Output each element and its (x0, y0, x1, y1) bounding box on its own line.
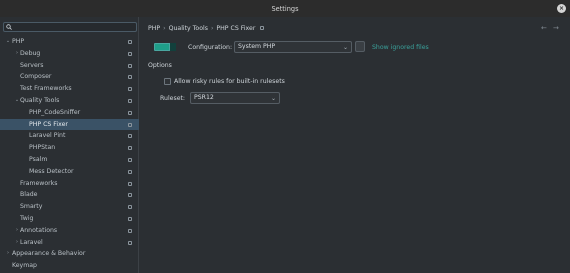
tree-item[interactable]: › Debug (0, 48, 139, 60)
project-scope-icon (128, 40, 132, 44)
settings-tree: ⌄ PHP › Debug Servers Composer Test Frameworks… (0, 36, 139, 272)
project-scope-icon (128, 110, 132, 115)
tree-item-label: Composer (20, 73, 52, 81)
tree-item-label: Mess Detector (29, 167, 74, 175)
project-scope-icon (128, 157, 132, 162)
project-scope-icon (128, 134, 132, 139)
configuration-label: Configuration: (188, 44, 233, 51)
tree-item-label: Laravel Pint (29, 132, 66, 140)
tree-item[interactable]: › Annotations (0, 225, 139, 237)
project-scope-icon (128, 193, 132, 198)
title-bar: Settings × (0, 0, 570, 17)
show-ignored-files-link[interactable]: Show ignored files (372, 43, 429, 52)
tree-item-label: Appearance & Behavior (12, 250, 86, 258)
options-section-label: Options (148, 62, 172, 69)
tree-item[interactable]: Servers (0, 60, 139, 72)
project-scope-icon (128, 122, 132, 127)
project-scope-icon (128, 75, 132, 80)
search-input[interactable] (3, 22, 137, 32)
tree-item-label: PHP CS Fixer (29, 120, 68, 128)
back-arrow-icon[interactable]: ← (541, 23, 547, 33)
close-window-icon[interactable]: × (557, 4, 566, 13)
tree-item-label: Frameworks (20, 179, 58, 187)
tree-item[interactable]: Frameworks (0, 178, 139, 190)
project-scope-icon (128, 205, 132, 210)
chevron-down-icon[interactable]: ⌄ (5, 36, 11, 48)
window-title: Settings (271, 4, 299, 13)
tree-item-label: PHP (12, 38, 25, 45)
tree-item[interactable]: ⌄ Quality Tools (0, 95, 139, 107)
chevron-right-icon[interactable]: › (5, 248, 11, 260)
project-scope-icon (128, 63, 132, 68)
search-icon (6, 24, 12, 30)
project-scope-icon (260, 26, 265, 30)
chevron-down-icon: ⌄ (342, 44, 348, 51)
tree-item[interactable]: PHP CS Fixer (0, 118, 139, 131)
project-scope-icon (128, 87, 132, 92)
tree-item-label: Laravel (20, 238, 43, 246)
configuration-select[interactable]: System PHP ⌄ (234, 41, 352, 53)
project-scope-icon (128, 228, 132, 233)
tree-item-label: Blade (20, 191, 38, 199)
tree-item[interactable]: PHPStan (0, 142, 139, 154)
tree-item-label: Twig (20, 214, 34, 222)
allow-risky-rules-label[interactable]: Allow risky rules for built-in rulesets (174, 77, 285, 86)
tree-item[interactable]: Twig (0, 213, 139, 225)
tree-item-label: Test Frameworks (20, 85, 72, 93)
breadcrumb-php[interactable]: PHP (148, 25, 160, 32)
settings-sidebar: ⌄ PHP › Debug Servers Composer Test Frameworks… (0, 17, 139, 273)
project-scope-icon (128, 169, 132, 174)
project-scope-icon (128, 146, 132, 151)
tree-item[interactable]: Test Frameworks (0, 83, 139, 95)
breadcrumb-quality-tools[interactable]: Quality Tools (169, 25, 208, 32)
configuration-value: System PHP (238, 43, 276, 50)
tree-item-label: PHP_CodeSniffer (29, 108, 81, 116)
tree-item[interactable]: › Appearance & Behavior (0, 248, 139, 260)
tree-item-label: Annotations (20, 226, 58, 234)
allow-risky-rules-checkbox[interactable] (164, 78, 171, 85)
tree-item-label: PHPStan (29, 144, 56, 152)
tree-item[interactable]: ⌄ PHP (0, 36, 139, 48)
tree-item[interactable]: Blade (0, 189, 139, 201)
breadcrumb-separator: › (210, 24, 214, 32)
ruleset-label: Ruleset: (160, 95, 186, 102)
tree-item-label: Servers (20, 61, 44, 69)
ruleset-select[interactable]: PSR12 ⌄ (190, 92, 280, 104)
tree-item-label: Psalm (29, 155, 48, 163)
forward-arrow-icon[interactable]: → (553, 23, 559, 33)
tree-item[interactable]: Mess Detector (0, 166, 139, 178)
ruleset-value: PSR12 (194, 94, 214, 101)
tree-item[interactable]: Smarty (0, 201, 139, 213)
tree-item-label: Quality Tools (20, 96, 60, 104)
tree-item[interactable]: PHP_CodeSniffer (0, 107, 139, 119)
tree-item[interactable]: › Laravel (0, 237, 139, 249)
enable-toggle[interactable] (154, 43, 176, 51)
tree-item-label: Smarty (20, 203, 43, 211)
breadcrumb: PHP › Quality Tools › PHP CS Fixer (148, 23, 265, 33)
chevron-down-icon: ⌄ (270, 95, 276, 102)
project-scope-icon (128, 181, 132, 186)
tree-item[interactable]: Laravel Pint (0, 130, 139, 142)
settings-content: PHP › Quality Tools › PHP CS Fixer ← → C… (140, 17, 570, 273)
project-scope-icon (128, 98, 132, 103)
configuration-browse-button[interactable] (355, 41, 365, 52)
tree-item[interactable]: Psalm (0, 154, 139, 166)
tree-item-label: Keymap (12, 262, 37, 270)
breadcrumb-php-cs-fixer: PHP CS Fixer (216, 24, 256, 32)
tree-item[interactable]: Keymap (0, 260, 139, 272)
project-scope-icon (128, 51, 132, 56)
breadcrumb-separator: › (163, 24, 166, 32)
project-scope-icon (128, 240, 132, 245)
tree-item-label: Debug (20, 49, 41, 57)
tree-item[interactable]: Composer (0, 71, 139, 83)
project-scope-icon (128, 216, 132, 221)
